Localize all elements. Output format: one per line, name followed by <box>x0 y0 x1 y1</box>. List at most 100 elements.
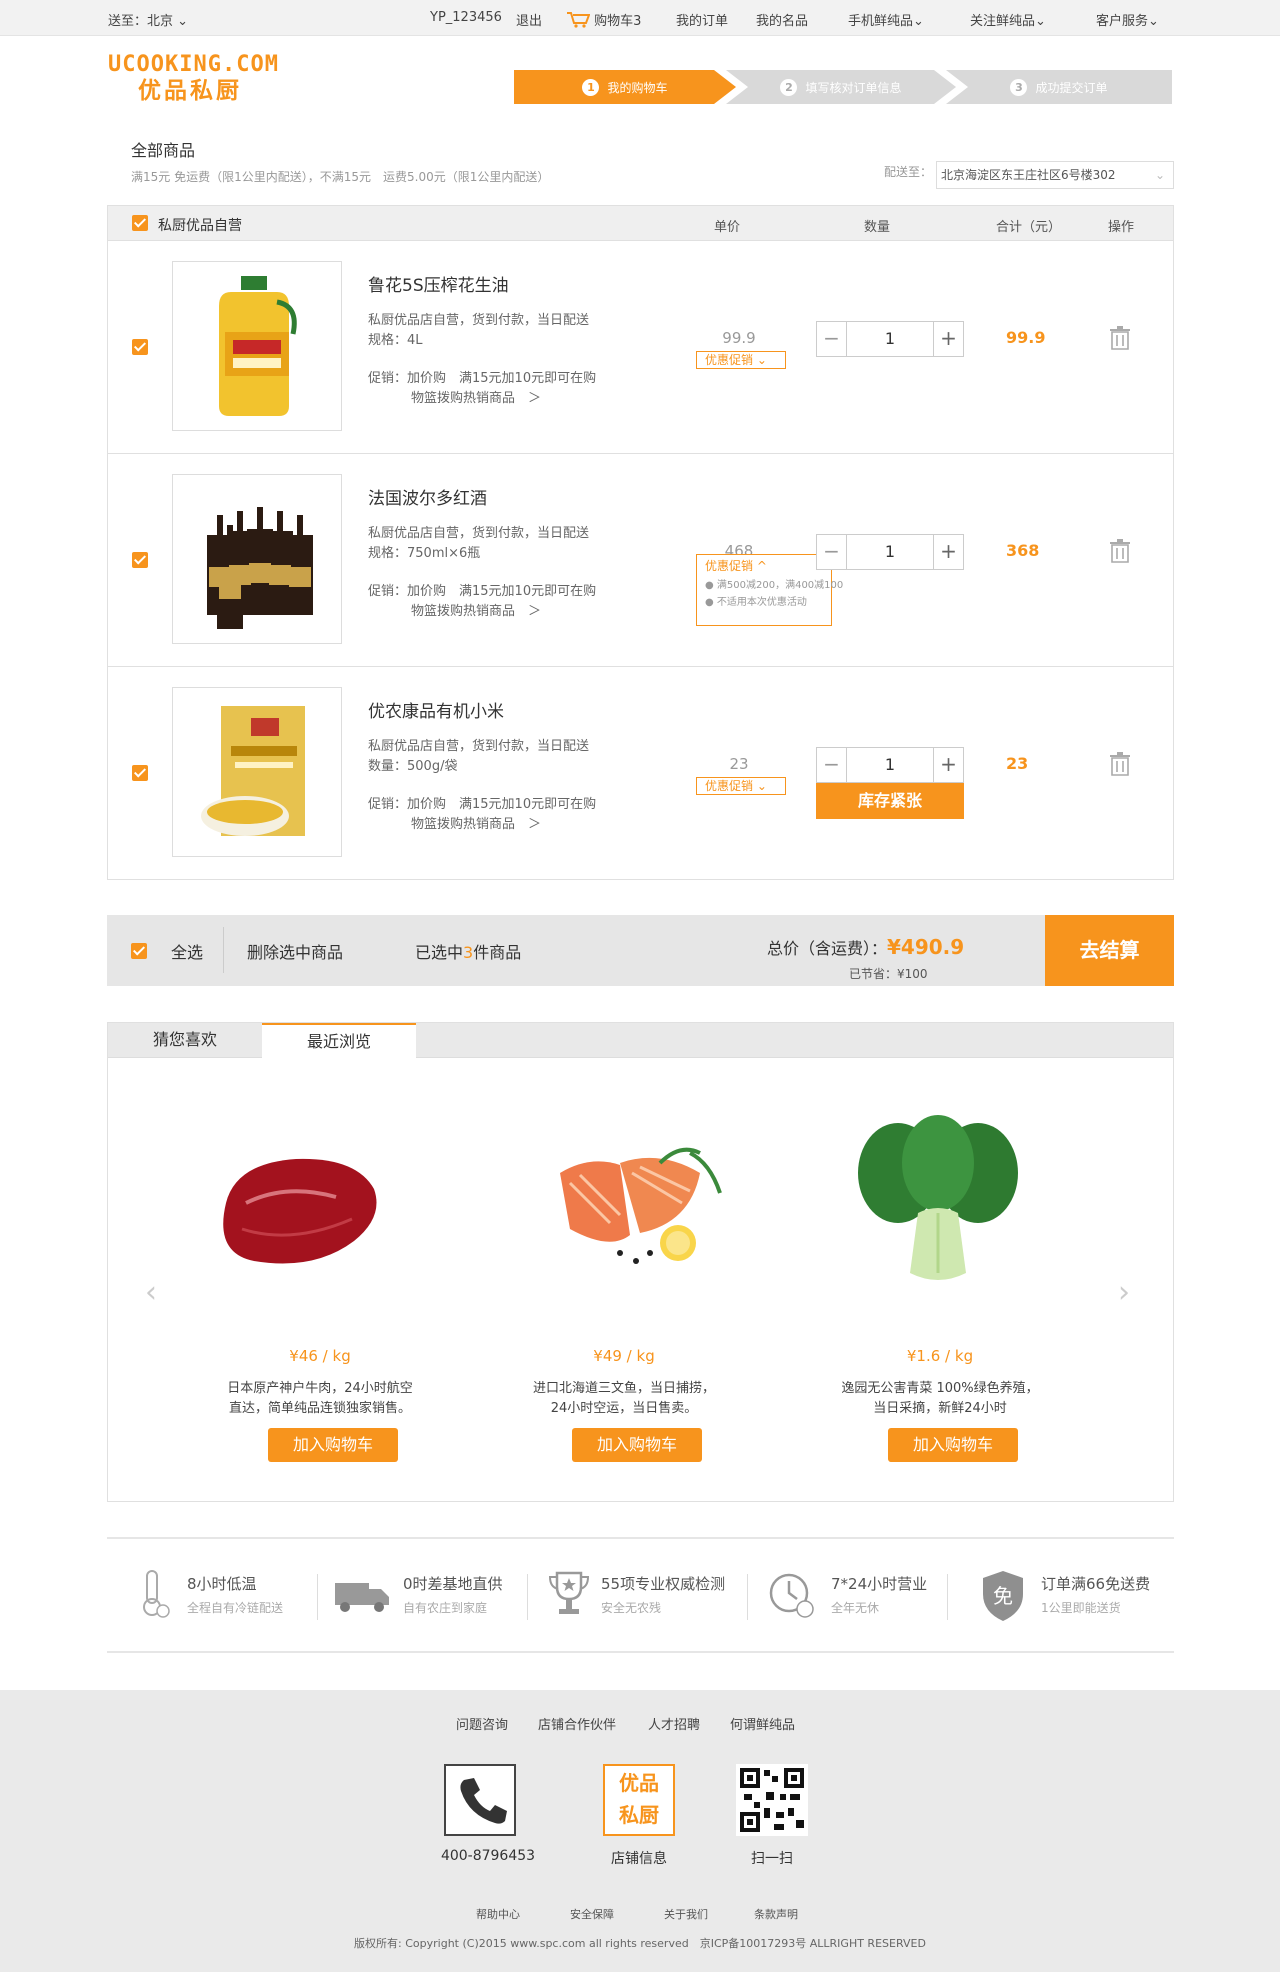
feature-item: 55项专业权威检测 安全无农残 <box>547 1569 725 1623</box>
cart-row: 法国波尔多红酒 私厨优品店自营，货到付款，当日配送 规格：750ml×6瓶 促销… <box>108 454 1173 667</box>
footer-link[interactable]: 人才招聘 <box>648 1714 700 1733</box>
step-label: 成功提交订单 <box>1035 80 1108 95</box>
product-spec: 数量：500g/袋 <box>368 759 458 774</box>
trash-icon[interactable] <box>1108 325 1132 351</box>
store-info-link[interactable]: 店铺信息 <box>569 1848 709 1868</box>
add-to-cart-button[interactable]: 加入购物车 <box>572 1428 702 1462</box>
col-subtotal: 合计（元） <box>996 220 1062 235</box>
quantity-stepper: − 1 + <box>816 534 964 570</box>
follow-menu[interactable]: 关注鲜纯品⌄ <box>970 10 1046 29</box>
address-value: 北京海淀区东王庄社区6号楼302 <box>941 168 1116 182</box>
plus-button[interactable]: + <box>933 535 963 569</box>
quantity-input[interactable]: 1 <box>847 535 933 569</box>
item-checkbox[interactable] <box>132 765 148 781</box>
product-name[interactable]: 鲁花5S压榨花生油 <box>368 271 509 296</box>
chevron-down-icon: ⌄ <box>1154 168 1165 182</box>
checkout-button[interactable]: 去结算 <box>1045 915 1174 986</box>
col-unit-price: 单价 <box>714 220 741 235</box>
promo-link[interactable]: 物篮拨购热销商品 ＞ <box>411 813 541 832</box>
step-fill-order: 2 填写核对订单信息 <box>726 70 956 104</box>
logo-cn: 优品私厨 <box>138 78 242 104</box>
select-all-label[interactable]: 全选 <box>171 939 203 963</box>
delete-selected-button[interactable]: 删除选中商品 <box>247 939 343 963</box>
total-value: ¥490.9 <box>887 935 965 959</box>
tab-recently-viewed[interactable]: 最近浏览 <box>262 1023 416 1059</box>
my-orders-link[interactable]: 我的订单 <box>676 10 728 29</box>
promo-dropdown[interactable]: 优惠促销 ⌄ <box>696 777 786 795</box>
product-seller: 私厨优品店自营，货到付款，当日配送 <box>368 739 590 754</box>
location-selector[interactable]: 送至：北京 ⌄ <box>108 10 188 29</box>
product-image-millet[interactable] <box>172 687 342 857</box>
product-image-oil[interactable] <box>172 261 342 431</box>
step-cart: 1 我的购物车 <box>514 70 736 104</box>
thermometer-icon <box>143 1570 170 1618</box>
item-subtotal: 99.9 <box>1006 328 1046 347</box>
bok-choy-image[interactable] <box>848 1113 1028 1293</box>
username[interactable]: YP_123456 <box>430 10 502 25</box>
product-price: ¥49 / kg <box>593 1347 655 1365</box>
minus-button[interactable]: − <box>817 322 847 356</box>
truck-icon <box>335 1583 389 1612</box>
divider <box>223 927 224 973</box>
cart-row: 鲁花5S压榨花生油 私厨优品店自营，货到付款，当日配送 规格：4L 促销：加价购… <box>108 241 1173 454</box>
my-favorites-link[interactable]: 我的名品 <box>756 10 808 29</box>
minus-button[interactable]: − <box>817 535 847 569</box>
item-checkbox[interactable] <box>132 339 148 355</box>
promo-dropdown[interactable]: 优惠促销 ^ <box>705 557 831 574</box>
footer-small-link[interactable]: 条款声明 <box>754 1906 798 1922</box>
quantity-input[interactable]: 1 <box>847 322 933 356</box>
step-label: 填写核对订单信息 <box>805 80 902 95</box>
trash-icon[interactable] <box>1108 751 1132 777</box>
beef-image[interactable] <box>206 1143 386 1283</box>
scan-label: 扫一扫 <box>751 1851 793 1867</box>
promo-option[interactable]: ● 满500减200，满400减100 <box>705 576 843 591</box>
mobile-menu[interactable]: 手机鲜纯品⌄ <box>848 10 924 29</box>
carousel-next-arrow[interactable]: › <box>1118 1275 1130 1310</box>
logout-link[interactable]: 退出 <box>516 10 542 29</box>
service-menu[interactable]: 客户服务⌄ <box>1096 10 1159 29</box>
quantity-input[interactable]: 1 <box>847 748 933 782</box>
promo-link[interactable]: 物篮拨购热销商品 ＞ <box>411 387 541 406</box>
footer-small-link[interactable]: 帮助中心 <box>476 1906 520 1922</box>
tab-guess-you-like[interactable]: 猜您喜欢 <box>108 1023 262 1058</box>
promo-option[interactable]: ● 不适用本次优惠活动 <box>705 593 831 608</box>
cart-link[interactable]: 购物车3 <box>566 10 641 29</box>
add-to-cart-button[interactable]: 加入购物车 <box>268 1428 398 1462</box>
store-checkbox[interactable] <box>132 215 148 231</box>
product-price: ¥1.6 / kg <box>906 1347 974 1365</box>
product-name[interactable]: 法国波尔多红酒 <box>368 484 487 509</box>
checkout-bar: 全选 删除选中商品 已选中3件商品 总价（含运费）：¥490.9 已节省：¥10… <box>107 915 1174 986</box>
minus-button[interactable]: − <box>817 748 847 782</box>
store-logo[interactable]: 优品 私厨 <box>603 1764 675 1836</box>
footer-small-link[interactable]: 关于我们 <box>664 1906 708 1922</box>
address-select[interactable]: 北京海淀区东王庄社区6号楼302 ⌄ <box>936 161 1174 189</box>
footer-link[interactable]: 店铺合作伙伴 <box>538 1714 616 1733</box>
footer-small-link[interactable]: 安全保障 <box>570 1906 614 1922</box>
carousel-prev-arrow[interactable]: ‹ <box>145 1275 157 1310</box>
phone-icon[interactable] <box>444 1764 516 1836</box>
site-logo[interactable]: UCOOKING.COM 优品私厨 <box>108 52 279 105</box>
product-image-wine[interactable] <box>172 474 342 644</box>
item-checkbox[interactable] <box>132 552 148 568</box>
product-seller: 私厨优品店自营，货到付款，当日配送 <box>368 526 590 541</box>
footer-link[interactable]: 问题咨询 <box>456 1714 508 1733</box>
step-label: 我的购物车 <box>607 80 668 95</box>
salmon-image[interactable] <box>540 1133 730 1283</box>
chevron-down-icon: ⌄ <box>1035 14 1046 29</box>
divider <box>317 1574 318 1620</box>
divider <box>527 1574 528 1620</box>
trash-icon[interactable] <box>1108 538 1132 564</box>
add-to-cart-button[interactable]: 加入购物车 <box>888 1428 1018 1462</box>
footer-link[interactable]: 何谓鲜纯品 <box>730 1714 795 1733</box>
select-all-checkbox[interactable] <box>131 943 147 959</box>
plus-button[interactable]: + <box>933 748 963 782</box>
divider <box>747 1574 748 1620</box>
top-bar: 送至：北京 ⌄ YP_123456 退出 购物车3 我的订单 我的名品 手机鲜纯… <box>0 0 1280 36</box>
product-name[interactable]: 优农康品有机小米 <box>368 697 504 722</box>
stock-warning: 库存紧张 <box>816 783 964 819</box>
plus-button[interactable]: + <box>933 322 963 356</box>
qr-code-icon[interactable] <box>736 1764 808 1836</box>
promo-link[interactable]: 物篮拨购热销商品 ＞ <box>411 600 541 619</box>
promo-dropdown[interactable]: 优惠促销 ⌄ <box>696 351 786 369</box>
selected-count: 3 <box>463 943 474 962</box>
